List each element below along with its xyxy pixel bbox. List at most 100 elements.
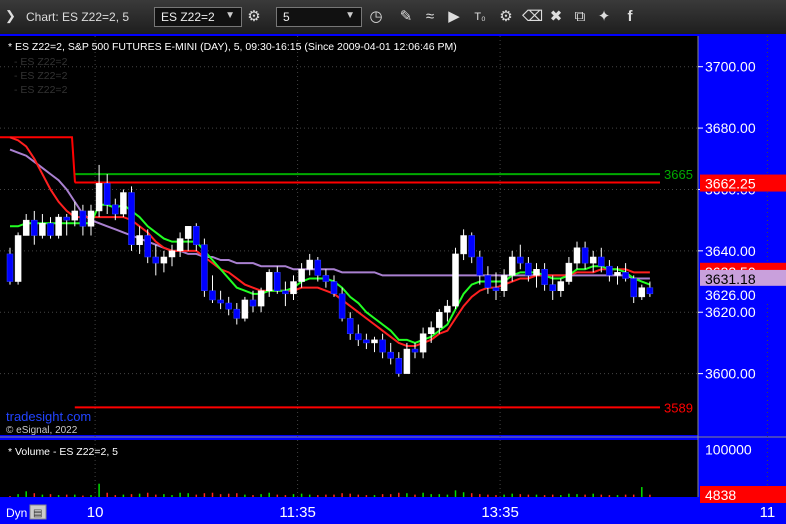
- candle-bull: [533, 269, 540, 276]
- y-tick-label: 3680.00: [705, 120, 756, 136]
- eraser-icon[interactable]: ⌫: [522, 7, 543, 27]
- candle-bull: [452, 253, 459, 307]
- copy-icon[interactable]: ⧉: [570, 7, 590, 27]
- faded-study-label: - ES Z22=2: [14, 70, 68, 82]
- pencil-icon[interactable]: ✎: [396, 7, 416, 27]
- candle-bear: [6, 253, 14, 282]
- candle-bear: [201, 244, 208, 291]
- candle-bear: [541, 269, 548, 285]
- candle-bull: [298, 269, 305, 282]
- candle-bear: [492, 287, 500, 291]
- x-tick-label: 10: [87, 504, 104, 521]
- candle-bear: [622, 272, 629, 279]
- x-tick-label: 13:35: [481, 504, 519, 521]
- x-tick-label: 11: [760, 504, 776, 521]
- candle-bear: [322, 275, 330, 282]
- candle-bear: [63, 216, 70, 221]
- copyright: © eSignal, 2022: [6, 425, 78, 436]
- candle-bear: [395, 358, 403, 374]
- candle-bull: [614, 272, 621, 276]
- candle-bear: [387, 351, 394, 359]
- candle-bear: [112, 204, 119, 215]
- candle-bull: [265, 272, 273, 291]
- candle-bull: [136, 235, 143, 245]
- symbol-value: ES Z22=2: [161, 10, 215, 24]
- candle-bear: [330, 281, 338, 295]
- window-title: Chart: ES Z22=2, 5: [26, 10, 130, 24]
- play-icon[interactable]: ▶: [444, 7, 464, 27]
- chevron-down-icon[interactable]: ▼: [345, 10, 355, 21]
- candle-bull: [55, 216, 62, 236]
- candle-bull: [371, 339, 378, 344]
- candle-bear: [31, 219, 38, 236]
- candle-bear: [525, 262, 532, 276]
- twitter-icon[interactable]: ✦: [594, 7, 614, 27]
- volume-last-label: 4838: [705, 487, 736, 503]
- candle-bull: [241, 299, 249, 319]
- indicator-icon[interactable]: ≈: [420, 7, 440, 27]
- candle-bull: [557, 281, 565, 291]
- y-tick-label: 3700.00: [705, 59, 756, 75]
- candle-bull: [306, 259, 313, 270]
- watermark: tradesight.com: [6, 409, 91, 424]
- candle-bear: [630, 278, 637, 298]
- candle-bull: [176, 238, 184, 252]
- candle-bull: [168, 250, 176, 258]
- candle-bear: [217, 299, 224, 304]
- interval-input[interactable]: 5 ▼: [276, 7, 362, 27]
- candle-bull: [257, 290, 265, 307]
- facebook-icon[interactable]: f: [620, 7, 640, 27]
- tools-icon[interactable]: ✖: [546, 7, 566, 27]
- y-tick-label: 3600.00: [705, 366, 756, 382]
- candle-bear: [379, 339, 386, 353]
- y-tick-label: 3620.00: [705, 304, 756, 320]
- settings-icon[interactable]: ⚙: [496, 7, 516, 27]
- faded-study-label: - ES Z22=2: [14, 56, 68, 68]
- settings-gear-icon[interactable]: ⚙: [244, 7, 264, 27]
- candle-bear: [484, 275, 492, 288]
- text-tool-icon[interactable]: T₀: [470, 7, 490, 27]
- candle-bull: [87, 210, 95, 227]
- candle-bear: [47, 222, 54, 236]
- candle-bull: [638, 287, 646, 298]
- candle-bear: [646, 287, 654, 295]
- level-label: 3589: [664, 400, 693, 415]
- candle-bull: [444, 305, 451, 313]
- volume-tick-label: 100000: [705, 442, 752, 458]
- candle-bear: [314, 259, 322, 276]
- level-label: 3665: [664, 167, 693, 182]
- candle-bear: [233, 308, 241, 319]
- price-pane: [0, 36, 698, 435]
- candle-bear: [476, 256, 484, 276]
- price-badge: 3662.25: [705, 176, 756, 192]
- menu-chevron-icon[interactable]: ❯: [5, 8, 16, 24]
- price-badge: 3631.18: [705, 271, 756, 287]
- status-dyn-label: Dyn: [6, 506, 27, 520]
- candle-bull: [403, 348, 411, 374]
- candle-bull: [500, 275, 508, 291]
- candle-bear: [209, 290, 216, 301]
- candle-bear: [355, 333, 362, 341]
- study-title: * ES Z22=2, S&P 500 FUTURES E-MINI (DAY)…: [8, 41, 457, 53]
- candle-bear: [249, 299, 257, 307]
- candle-bull: [427, 327, 435, 334]
- price-chart: 3700.003680.003660.003640.003620.003600.…: [0, 34, 786, 524]
- candle-bear: [225, 302, 232, 310]
- candle-bull: [573, 247, 581, 264]
- candle-bear: [274, 272, 281, 291]
- candle-bull: [419, 333, 427, 353]
- symbol-input[interactable]: ES Z22=2 ▼: [154, 7, 242, 27]
- candle-bull: [71, 210, 79, 221]
- interval-value: 5: [283, 10, 290, 24]
- faded-study-label: - ES Z22=2: [14, 84, 68, 96]
- candle-bear: [598, 256, 605, 267]
- candle-bull: [508, 256, 516, 276]
- candle-bear: [581, 247, 589, 264]
- x-tick-label: 11:35: [279, 504, 315, 521]
- candle-bear: [103, 183, 111, 206]
- candle-bear: [411, 348, 419, 353]
- clock-icon[interactable]: ◷: [366, 7, 386, 27]
- candle-bear: [606, 265, 613, 276]
- volume-title: * Volume - ES Z22=2, 5: [8, 446, 118, 458]
- chevron-down-icon[interactable]: ▼: [225, 10, 235, 21]
